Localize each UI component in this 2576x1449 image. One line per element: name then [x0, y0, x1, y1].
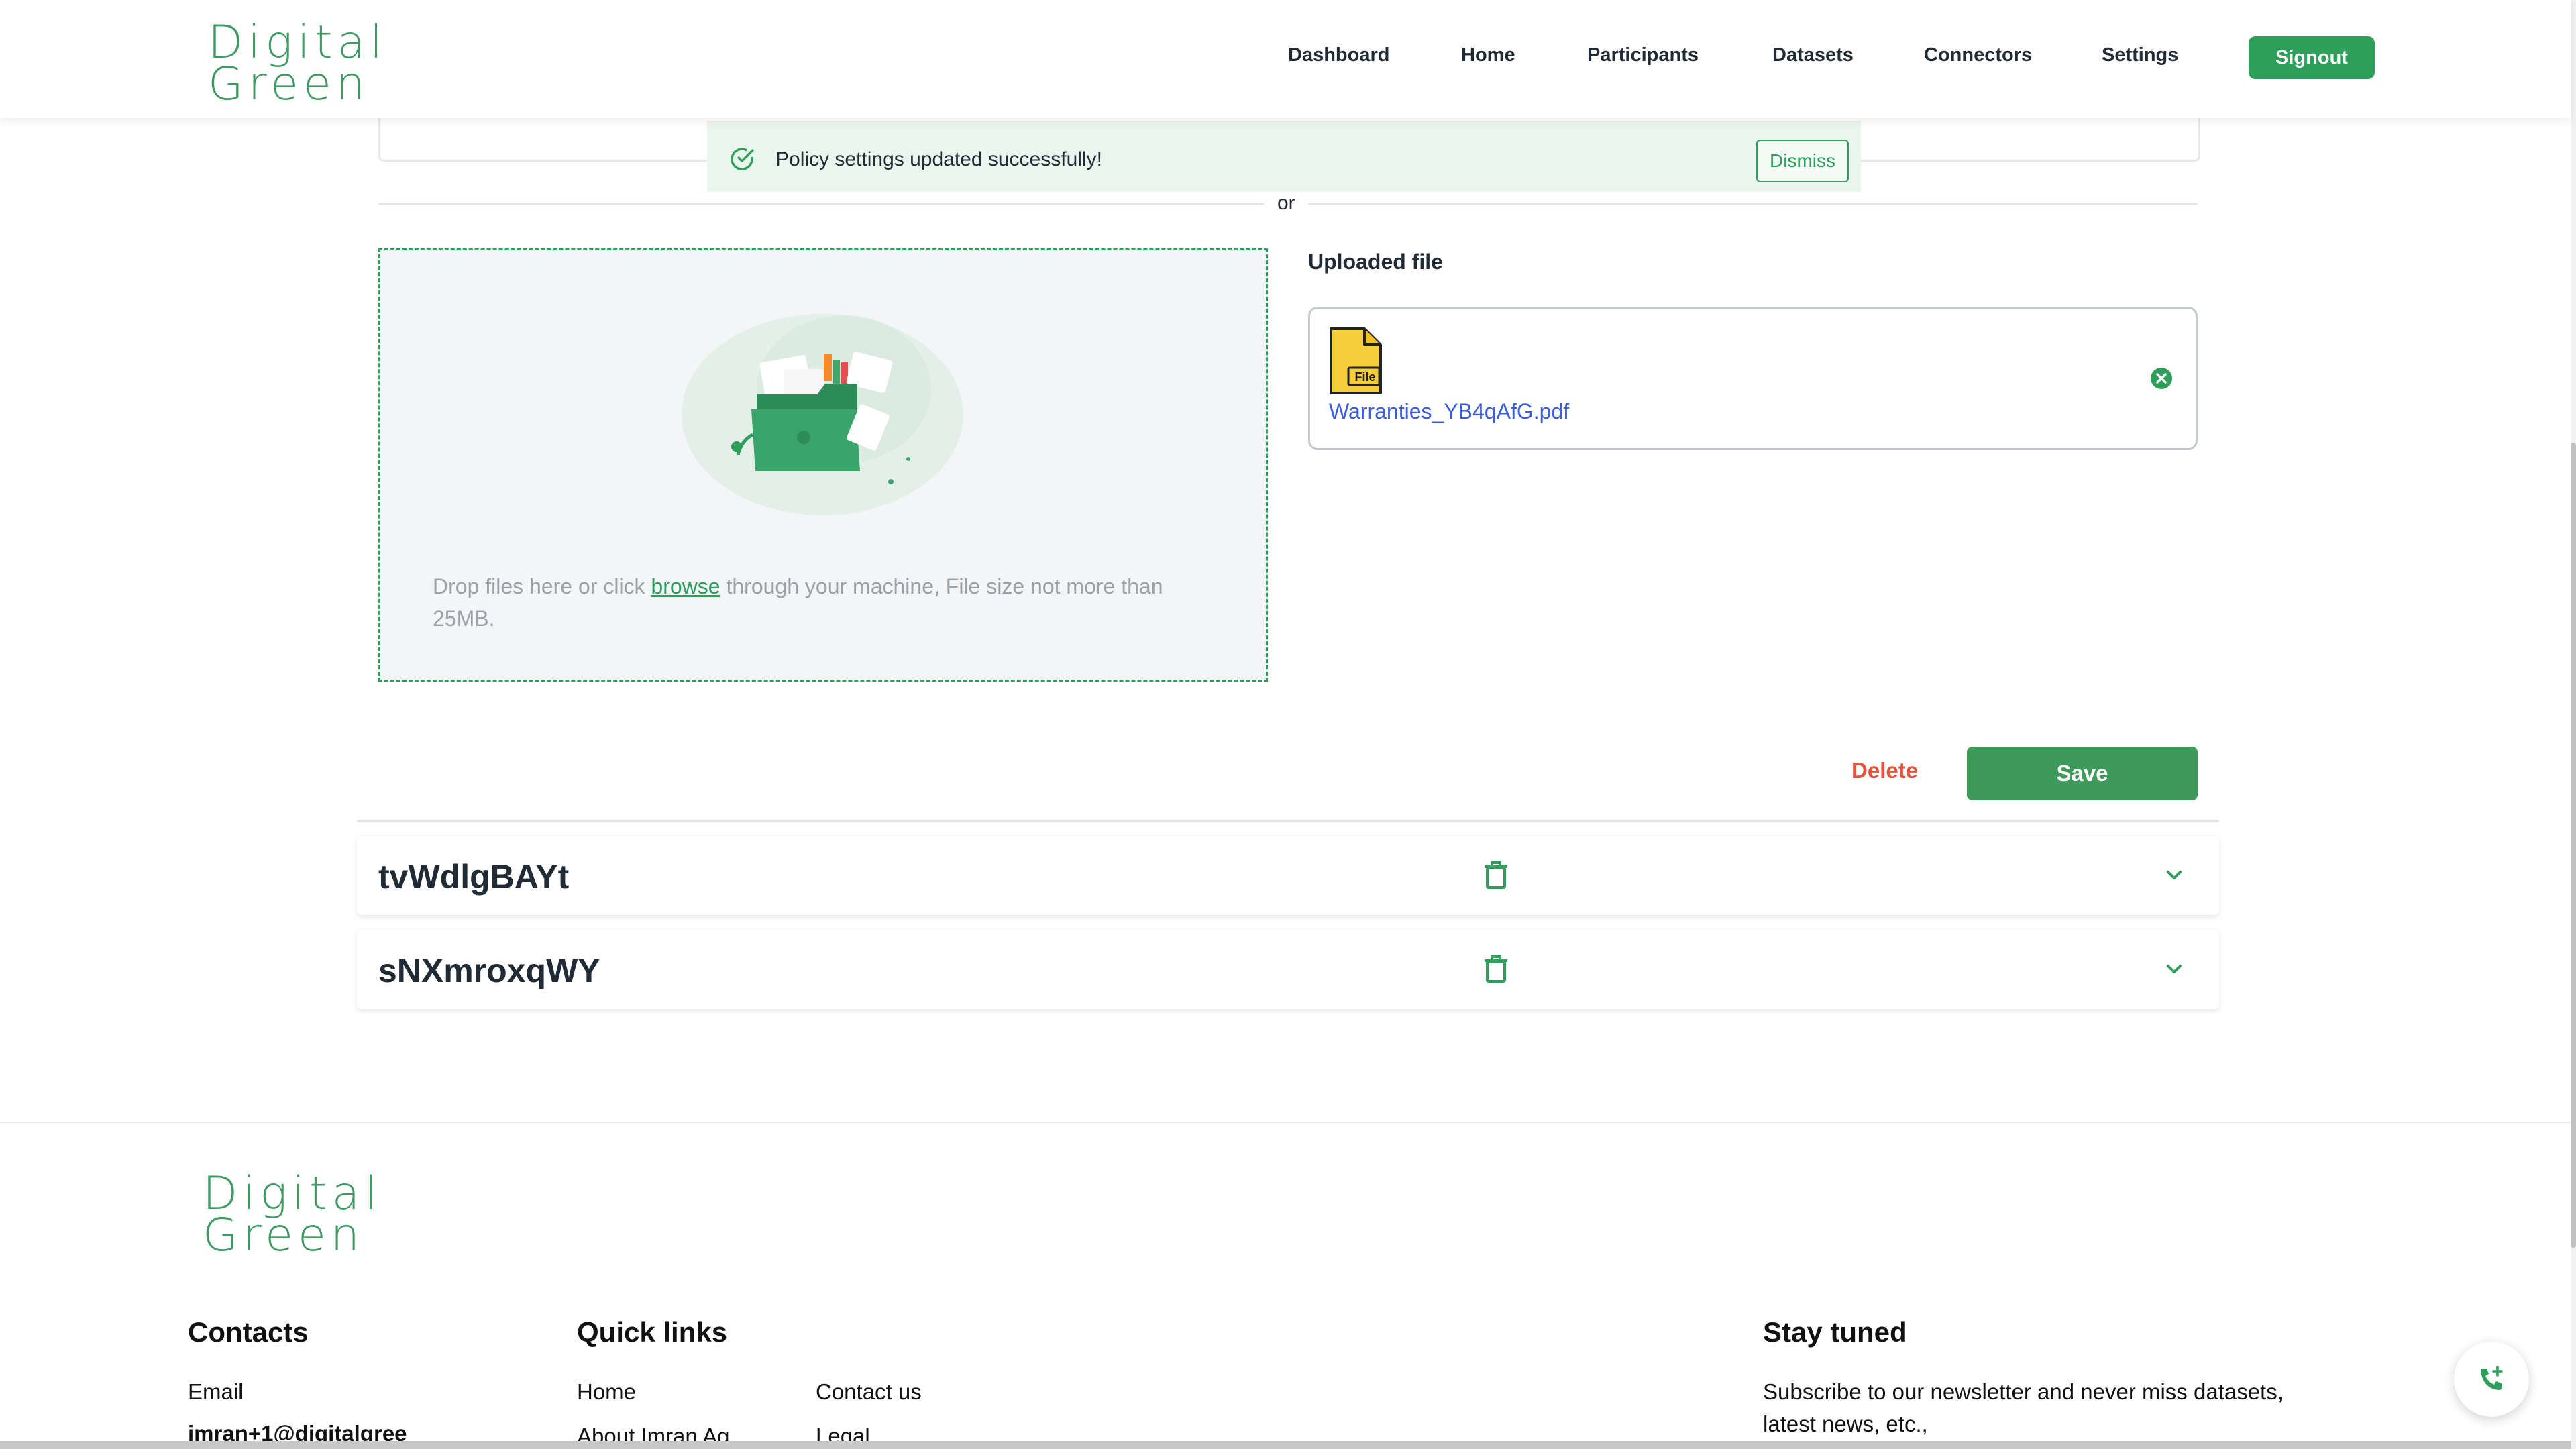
quick-links-heading: Quick links: [577, 1316, 728, 1348]
footer-link-contact[interactable]: Contact us: [816, 1379, 922, 1405]
remove-file-icon[interactable]: [2149, 366, 2174, 390]
subscribe-text-line-2: latest news, etc.,: [1763, 1411, 1928, 1436]
policy-accordion[interactable]: sNXmroxqWY: [357, 930, 2219, 1009]
uploaded-file-card: [1308, 307, 2198, 450]
phone-plus-icon: [2481, 1366, 2503, 1390]
footer-logo[interactable]: Digital Green: [203, 1171, 382, 1258]
subscribe-text-line-1: Subscribe to our newsletter and never mi…: [1763, 1379, 2284, 1404]
trash-icon[interactable]: [1483, 860, 1509, 890]
panel-bottom-edge: [357, 820, 2219, 822]
save-button[interactable]: Save: [1967, 747, 2198, 800]
check-circle-icon: [731, 148, 754, 170]
stay-tuned-heading: Stay tuned: [1763, 1316, 1907, 1348]
drop-text-before: Drop files here or click: [433, 574, 651, 598]
browse-link[interactable]: browse: [651, 574, 720, 598]
file-icon: [1330, 327, 1382, 394]
call-support-button[interactable]: [2454, 1342, 2529, 1417]
top-navbar: Digital Green Dashboard Home Participant…: [0, 0, 2571, 118]
delete-button[interactable]: Delete: [1851, 758, 1918, 784]
signout-button[interactable]: Signout: [2249, 36, 2375, 79]
contacts-heading: Contacts: [188, 1316, 309, 1348]
nav-dashboard[interactable]: Dashboard: [1288, 44, 1389, 66]
scrollbar-thumb[interactable]: [2571, 443, 2576, 1248]
dismiss-button[interactable]: Dismiss: [1756, 140, 1849, 182]
policy-name: tvWdlgBAYt: [378, 858, 570, 896]
logo-line-2: Green: [208, 58, 370, 111]
divider-right: [1308, 203, 2198, 205]
nav-connectors[interactable]: Connectors: [1924, 44, 2032, 66]
chevron-down-icon[interactable]: [2163, 958, 2186, 981]
uploaded-file-heading: Uploaded file: [1308, 250, 1443, 274]
footer-logo-line-2: Green: [203, 1209, 364, 1262]
footer-divider: [0, 1122, 2571, 1123]
divider-left: [378, 203, 1264, 205]
nav-participants[interactable]: Participants: [1587, 44, 1699, 66]
nav-home[interactable]: Home: [1461, 44, 1515, 66]
policy-accordion[interactable]: tvWdlgBAYt: [357, 836, 2219, 915]
dropzone-instructions: Drop files here or click browse through …: [433, 570, 1224, 635]
header-logo[interactable]: Digital Green: [208, 20, 387, 107]
chevron-down-icon[interactable]: [2163, 864, 2186, 887]
file-badge: File: [1354, 370, 1376, 384]
trash-icon[interactable]: [1483, 954, 1509, 983]
toast-message: Policy settings updated successfully!: [775, 148, 1102, 170]
folder-illustration-icon: [682, 314, 963, 515]
email-label: Email: [188, 1379, 244, 1404]
footer-link-home[interactable]: Home: [577, 1379, 636, 1405]
uploaded-file-link[interactable]: Warranties_YB4qAfG.pdf: [1329, 399, 1569, 424]
nav-settings[interactable]: Settings: [2102, 44, 2178, 66]
horizontal-scrollbar[interactable]: [0, 1441, 2571, 1449]
nav-datasets[interactable]: Datasets: [1772, 44, 1854, 66]
or-label: or: [1277, 192, 1295, 214]
policy-name: sNXmroxqWY: [378, 952, 600, 989]
